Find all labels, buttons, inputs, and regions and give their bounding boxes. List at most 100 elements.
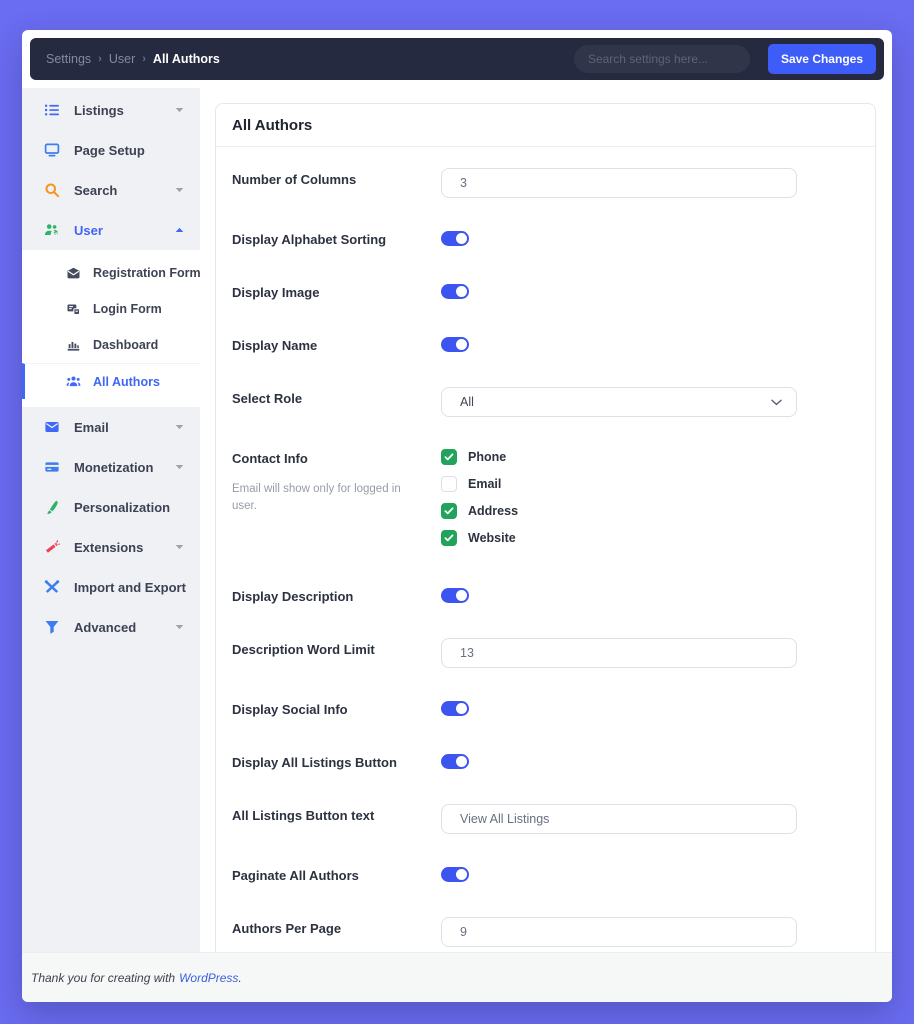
setting-label: Select Role — [232, 391, 302, 406]
sidebar-item-label: Email — [74, 420, 109, 435]
website-checkbox[interactable] — [441, 530, 457, 546]
display-social-info-toggle[interactable] — [441, 701, 469, 716]
setting-label: Display Image — [232, 285, 319, 300]
sidebar-item-monetization[interactable]: Monetization — [22, 447, 200, 487]
setting-label: Display Alphabet Sorting — [232, 232, 386, 247]
contact-info-option-website[interactable]: Website — [441, 530, 859, 546]
sidebar-item-label: Listings — [74, 103, 124, 118]
setting-row-contact-info: Contact Info Email will show only for lo… — [232, 430, 859, 568]
breadcrumb-all-authors: All Authors — [153, 52, 220, 66]
footer: Thank you for creating with WordPress. — [22, 952, 892, 1002]
sidebar-subitem-label: All Authors — [93, 375, 160, 389]
setting-row-description-word-limit: Description Word Limit — [232, 621, 859, 681]
setting-row-display-description: Display Description — [232, 568, 859, 621]
all-listings-button-text-input[interactable] — [441, 804, 797, 834]
setting-row-all-listings-button-text: All Listings Button text — [232, 787, 859, 847]
users-gear-icon — [44, 222, 60, 238]
display-image-toggle[interactable] — [441, 284, 469, 299]
sidebar-item-label: Import and Export — [74, 580, 186, 595]
search-input[interactable] — [574, 45, 750, 73]
email-checkbox[interactable] — [441, 476, 457, 492]
contact-info-option-address[interactable]: Address — [441, 503, 859, 519]
funnel-icon — [44, 619, 60, 635]
sidebar-item-label: Monetization — [74, 460, 153, 475]
setting-label: Number of Columns — [232, 172, 356, 187]
envelope-icon — [44, 419, 60, 435]
display-name-toggle[interactable] — [441, 337, 469, 352]
setting-row-display-name: Display Name — [232, 317, 859, 370]
setting-row-display-alphabet-sorting: Display Alphabet Sorting — [232, 211, 859, 264]
contact-info-checkbox-group: Phone Email Address — [441, 447, 859, 546]
toggle-knob — [456, 233, 467, 244]
sidebar-item-import-export[interactable]: Import and Export — [22, 567, 200, 607]
setting-label: All Listings Button text — [232, 808, 374, 823]
chevron-down-icon — [175, 107, 184, 113]
footer-text: Thank you for creating with — [31, 971, 175, 985]
chevron-down-icon — [175, 464, 184, 470]
sidebar-item-personalization[interactable]: Personalization — [22, 487, 200, 527]
address-checkbox[interactable] — [441, 503, 457, 519]
people-icon — [66, 374, 81, 389]
display-alphabet-sorting-toggle[interactable] — [441, 231, 469, 246]
chevron-down-icon — [175, 424, 184, 430]
breadcrumb-user[interactable]: User — [109, 52, 135, 66]
sidebar-item-extensions[interactable]: Extensions — [22, 527, 200, 567]
toggle-knob — [456, 590, 467, 601]
setting-row-authors-per-page: Authors Per Page — [232, 900, 859, 960]
credit-card-icon — [44, 459, 60, 475]
breadcrumb-separator: › — [142, 53, 146, 65]
setting-label: Contact Info — [232, 451, 308, 466]
sidebar-subitem-dashboard[interactable]: Dashboard — [22, 327, 200, 363]
setting-label: Paginate All Authors — [232, 868, 359, 883]
sidebar-item-search[interactable]: Search — [22, 170, 200, 210]
sidebar-item-listings[interactable]: Listings — [22, 90, 200, 130]
list-icon — [44, 102, 60, 118]
chevron-down-icon — [175, 544, 184, 550]
sidebar-item-label: Personalization — [74, 500, 170, 515]
display-all-listings-button-toggle[interactable] — [441, 754, 469, 769]
wordpress-link[interactable]: WordPress — [179, 971, 238, 985]
phone-checkbox[interactable] — [441, 449, 457, 465]
display-description-toggle[interactable] — [441, 588, 469, 603]
page-title: All Authors — [216, 104, 875, 147]
checkbox-label: Address — [468, 504, 518, 518]
page-background: { "colors": { "page_background": "#6a6cf… — [0, 0, 914, 1024]
magic-wand-icon — [44, 539, 60, 555]
sidebar-item-page-setup[interactable]: Page Setup — [22, 130, 200, 170]
sidebar-subitem-registration-form[interactable]: Registration Form — [22, 255, 200, 291]
toggle-knob — [456, 339, 467, 350]
sidebar-subitem-all-authors[interactable]: All Authors — [22, 363, 200, 399]
select-role-dropdown[interactable]: All — [441, 387, 797, 417]
toggle-knob — [456, 756, 467, 767]
sidebar-item-advanced[interactable]: Advanced — [22, 607, 200, 647]
checkbox-label: Website — [468, 531, 516, 545]
chevron-down-icon — [771, 399, 782, 406]
mail-icon — [66, 266, 81, 281]
authors-per-page-input[interactable] — [441, 917, 797, 947]
setting-row-number-of-columns: Number of Columns — [232, 151, 859, 211]
select-role-value: All — [460, 395, 474, 409]
breadcrumb-settings[interactable]: Settings — [46, 52, 91, 66]
sidebar-item-user[interactable]: User — [22, 210, 200, 250]
sidebar-item-label: Extensions — [74, 540, 143, 555]
number-of-columns-input[interactable] — [441, 168, 797, 198]
sidebar-subitem-login-form[interactable]: Login Form — [22, 291, 200, 327]
toggle-knob — [456, 286, 467, 297]
contact-info-option-email[interactable]: Email — [441, 476, 859, 492]
setting-row-display-social-info: Display Social Info — [232, 681, 859, 734]
sidebar-subitem-label: Login Form — [93, 302, 162, 316]
save-changes-button-top[interactable]: Save Changes — [768, 44, 876, 74]
sidebar-item-label: User — [74, 223, 103, 238]
chevron-up-icon — [175, 227, 184, 233]
settings-rows: Number of Columns Display Alphabet Sorti… — [216, 147, 875, 972]
breadcrumb: Settings › User › All Authors — [46, 52, 220, 66]
paginate-all-authors-toggle[interactable] — [441, 867, 469, 882]
chevron-down-icon — [175, 624, 184, 630]
bar-chart-icon — [66, 338, 81, 353]
sidebar-item-email[interactable]: Email — [22, 407, 200, 447]
contact-info-option-phone[interactable]: Phone — [441, 449, 859, 465]
sidebar-item-label: Advanced — [74, 620, 136, 635]
setting-label: Display Description — [232, 589, 353, 604]
content-area: All Authors Number of Columns Display Al… — [200, 88, 892, 952]
description-word-limit-input[interactable] — [441, 638, 797, 668]
